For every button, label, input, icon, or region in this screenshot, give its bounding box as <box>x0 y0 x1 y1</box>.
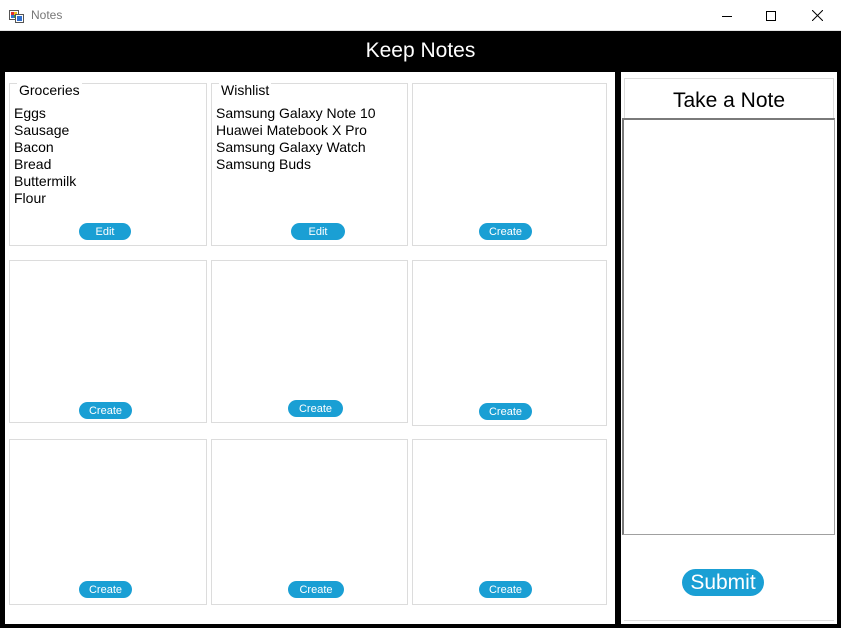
edit-button[interactable]: Edit <box>291 223 345 240</box>
note-card-1: Groceries Eggs Sausage Bacon Bread Butte… <box>9 82 207 246</box>
note-title: Groceries <box>17 82 82 98</box>
note-line: Sausage <box>14 122 70 138</box>
close-icon <box>811 10 823 21</box>
note-title: Wishlist <box>219 82 272 98</box>
note-line: Eggs <box>14 105 46 121</box>
maximize-icon <box>766 10 776 21</box>
note-line: Samsung Galaxy Note 10 <box>216 105 376 121</box>
create-button[interactable]: Create <box>479 223 532 240</box>
note-card-9: Create <box>412 439 607 605</box>
create-button[interactable]: Create <box>479 581 532 598</box>
note-line: Bacon <box>14 139 54 155</box>
notes-grid: Groceries Eggs Sausage Bacon Bread Butte… <box>5 72 615 624</box>
create-button[interactable]: Create <box>79 402 132 419</box>
note-card-6: Create <box>412 260 607 426</box>
divider <box>624 620 834 621</box>
app-window: Notes Keep Notes Groceries Eggs Sausage … <box>0 0 841 628</box>
note-line: Flour <box>14 190 46 206</box>
note-card-2: Wishlist Samsung Galaxy Note 10 Huawei M… <box>211 82 408 246</box>
create-button[interactable]: Create <box>288 581 344 598</box>
note-line: Bread <box>14 156 52 172</box>
note-line: Huawei Matebook X Pro <box>216 122 367 138</box>
title-bar[interactable]: Notes <box>0 0 841 31</box>
note-card-5: Create <box>211 260 408 423</box>
take-note-title: Take a Note <box>624 78 834 118</box>
note-textarea[interactable] <box>622 118 835 535</box>
note-content: Eggs Sausage Bacon Bread Buttermilk Flou… <box>14 105 76 207</box>
minimize-icon <box>722 15 732 17</box>
create-button[interactable]: Create <box>288 400 343 417</box>
note-card-4: Create <box>9 260 207 423</box>
create-button[interactable]: Create <box>479 403 532 420</box>
submit-button[interactable]: Submit <box>682 569 764 596</box>
app-icon <box>9 8 24 23</box>
note-card-7: Create <box>9 439 207 605</box>
edit-button[interactable]: Edit <box>79 223 131 240</box>
note-line: Samsung Galaxy Watch <box>216 139 366 155</box>
note-card-8: Create <box>211 439 408 605</box>
take-note-panel: Take a Note Submit <box>621 72 837 624</box>
window-title: Notes <box>31 8 63 22</box>
close-button[interactable] <box>794 0 840 31</box>
note-line: Samsung Buds <box>216 156 311 172</box>
note-card-3: Create <box>412 83 607 246</box>
page-header: Keep Notes <box>0 31 841 70</box>
minimize-button[interactable] <box>704 0 750 31</box>
create-button[interactable]: Create <box>79 581 132 598</box>
maximize-button[interactable] <box>748 0 794 31</box>
note-content: Samsung Galaxy Note 10 Huawei Matebook X… <box>216 105 376 173</box>
note-line: Buttermilk <box>14 173 77 189</box>
